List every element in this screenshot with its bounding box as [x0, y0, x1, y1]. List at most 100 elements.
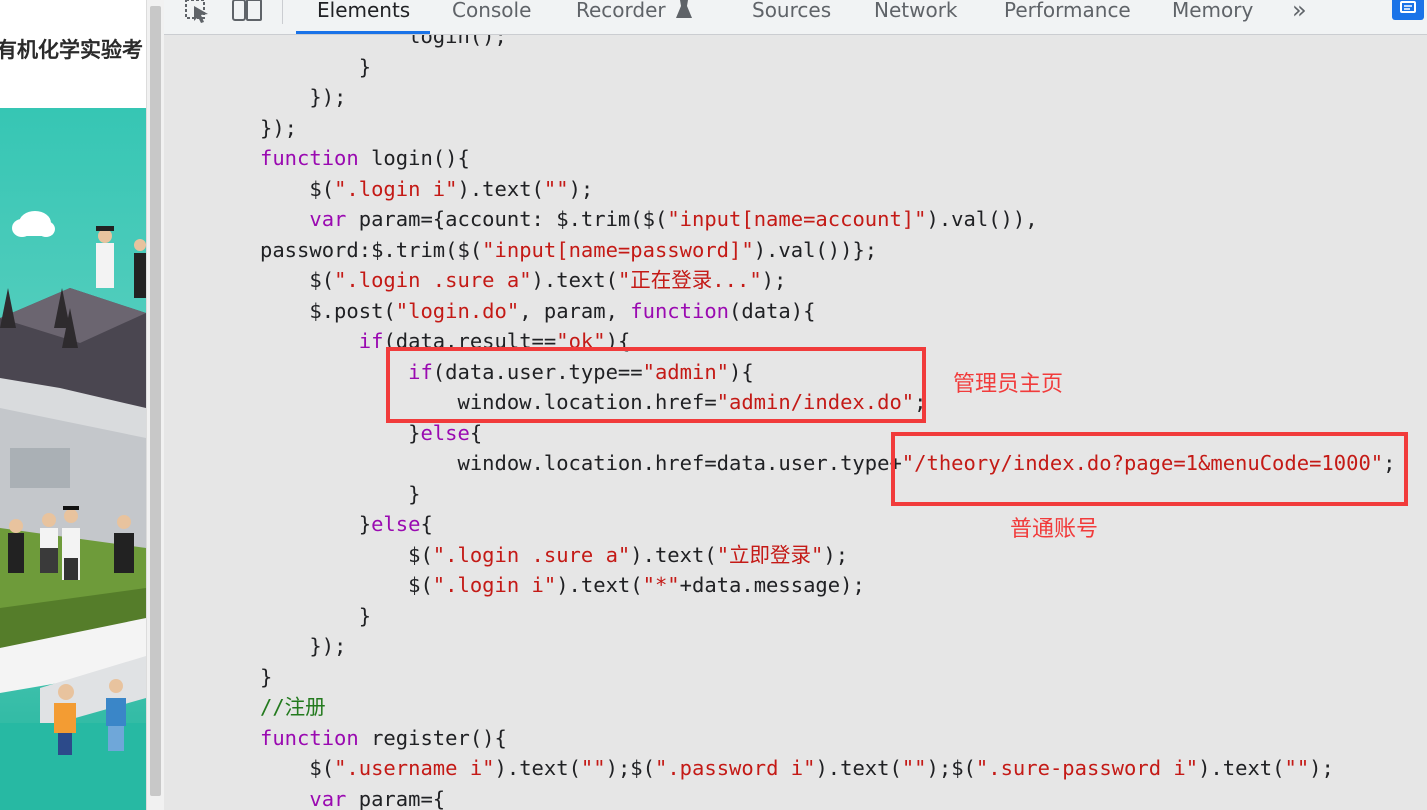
code-keyword: var	[309, 207, 347, 231]
code-line: $(".username i").text("");$(".password i…	[260, 753, 1334, 783]
code-string: ".login i"	[334, 176, 458, 201]
code-line: }	[260, 662, 272, 692]
code-text: }	[260, 512, 372, 536]
code-text: ).text(	[457, 176, 544, 201]
code-text: {	[469, 420, 483, 445]
code-line: $(".login i").text("");	[260, 174, 593, 204]
code-text: $(	[260, 268, 335, 292]
code-text: );	[823, 542, 849, 567]
tab-console[interactable]: Console	[452, 0, 531, 29]
code-line: //注册	[260, 692, 326, 722]
code-keyword: else	[420, 420, 470, 445]
code-text: $.post(	[260, 298, 396, 323]
code-text: login();	[260, 35, 507, 48]
code-keyword: var	[309, 786, 347, 810]
code-text: {	[420, 512, 433, 536]
admin-redirect-highlight	[386, 347, 926, 423]
code-text: password:$.trim($(	[260, 237, 483, 262]
code-keyword: function	[260, 725, 359, 750]
code-string: "login.do"	[395, 298, 520, 323]
site-title: 有机化学实验考	[0, 38, 143, 62]
code-string: ""	[580, 756, 606, 780]
code-string: ".password i"	[654, 756, 816, 780]
code-text: ).text(	[630, 542, 717, 567]
tab-recorder[interactable]: Recorder	[576, 0, 666, 29]
code-line: });	[260, 113, 297, 143]
code-string: "*"	[642, 573, 680, 597]
code-text: ).val())};	[753, 237, 878, 262]
code-text: ).text(	[531, 268, 618, 292]
code-line: $.post("login.do", param, function(data)…	[260, 296, 815, 326]
code-line: login();	[260, 35, 507, 51]
code-text: }	[260, 420, 421, 445]
code-string: "input[name=password]"	[482, 237, 754, 262]
code-string: ".login .sure a"	[334, 268, 532, 292]
code-text: }	[260, 664, 273, 689]
code-keyword: if	[358, 329, 384, 353]
code-string: ""	[543, 176, 569, 201]
code-string: "正在登录..."	[617, 268, 762, 292]
tab-performance[interactable]: Performance	[1004, 0, 1131, 29]
code-string: ""	[901, 756, 927, 780]
feedback-chat-icon[interactable]	[1392, 0, 1424, 20]
tab-sources[interactable]: Sources	[752, 0, 831, 29]
code-line: });	[260, 82, 346, 112]
code-line: });	[260, 631, 346, 661]
code-text: $(	[260, 756, 335, 780]
scrollbar-thumb[interactable]	[150, 6, 161, 796]
code-text: ).text(	[815, 756, 902, 780]
code-text: );	[1309, 756, 1334, 780]
normal-account-annotation: 普通账号	[1010, 517, 1099, 542]
code-text: $(	[260, 542, 433, 567]
code-text: });	[260, 634, 347, 658]
tab-elements[interactable]: Elements	[317, 0, 410, 29]
code-text: ).val()),	[926, 207, 1038, 231]
code-text: );$(	[605, 756, 655, 780]
code-text: });	[260, 115, 298, 140]
code-text: $(	[260, 573, 433, 597]
code-line: password:$.trim($("input[name=password]"…	[260, 235, 877, 265]
code-line: }	[260, 52, 371, 82]
tab-memory[interactable]: Memory	[1172, 0, 1253, 29]
code-text: ).text(	[556, 573, 643, 597]
recorder-flask-icon	[676, 0, 692, 18]
code-text: param={	[346, 786, 446, 810]
code-text: $(	[260, 176, 335, 201]
code-text: register(){	[358, 725, 507, 750]
tab-network[interactable]: Network	[874, 0, 958, 29]
code-string: "立即登录"	[716, 542, 824, 567]
code-string: ".username i"	[334, 756, 495, 780]
code-comment: //注册	[260, 695, 326, 719]
code-line: $(".login .sure a").text("正在登录...");	[260, 265, 786, 295]
code-text: window.location.href=data.user.type+	[260, 451, 902, 475]
active-tab-indicator	[296, 31, 430, 34]
toolbar-divider	[282, 0, 283, 24]
code-line: }	[260, 479, 420, 509]
code-text: +data.message);	[679, 573, 865, 597]
code-keyword: function	[260, 146, 359, 170]
code-text: );$(	[926, 756, 976, 780]
device-toolbar-icon[interactable]	[230, 0, 264, 24]
code-text: });	[260, 85, 347, 109]
code-line: function login(){	[260, 143, 470, 173]
admin-annotation: 管理员主页	[953, 372, 1064, 397]
page-scrollbar[interactable]	[146, 0, 165, 810]
code-line: function register(){	[260, 723, 507, 753]
hero-illustration	[0, 108, 146, 810]
inspect-element-icon[interactable]	[184, 0, 212, 24]
chevron-double-right-icon[interactable]: »	[1292, 0, 1307, 29]
devtools-toolbar: Elements Console Recorder Sources Networ…	[164, 0, 1427, 35]
code-text: }	[260, 54, 372, 79]
code-text: }	[260, 481, 421, 506]
code-line: $(".login i").text("*"+data.message);	[260, 570, 865, 600]
code-line: var param={account: $.trim($("input[name…	[260, 204, 1038, 234]
code-string: "input[name=account]"	[667, 207, 927, 231]
code-keyword: else	[371, 512, 421, 536]
code-text: , param,	[519, 298, 631, 323]
devtools-panel: Elements Console Recorder Sources Networ…	[164, 0, 1427, 810]
code-string: ".login .sure a"	[432, 542, 631, 567]
code-string: ""	[1284, 756, 1310, 780]
